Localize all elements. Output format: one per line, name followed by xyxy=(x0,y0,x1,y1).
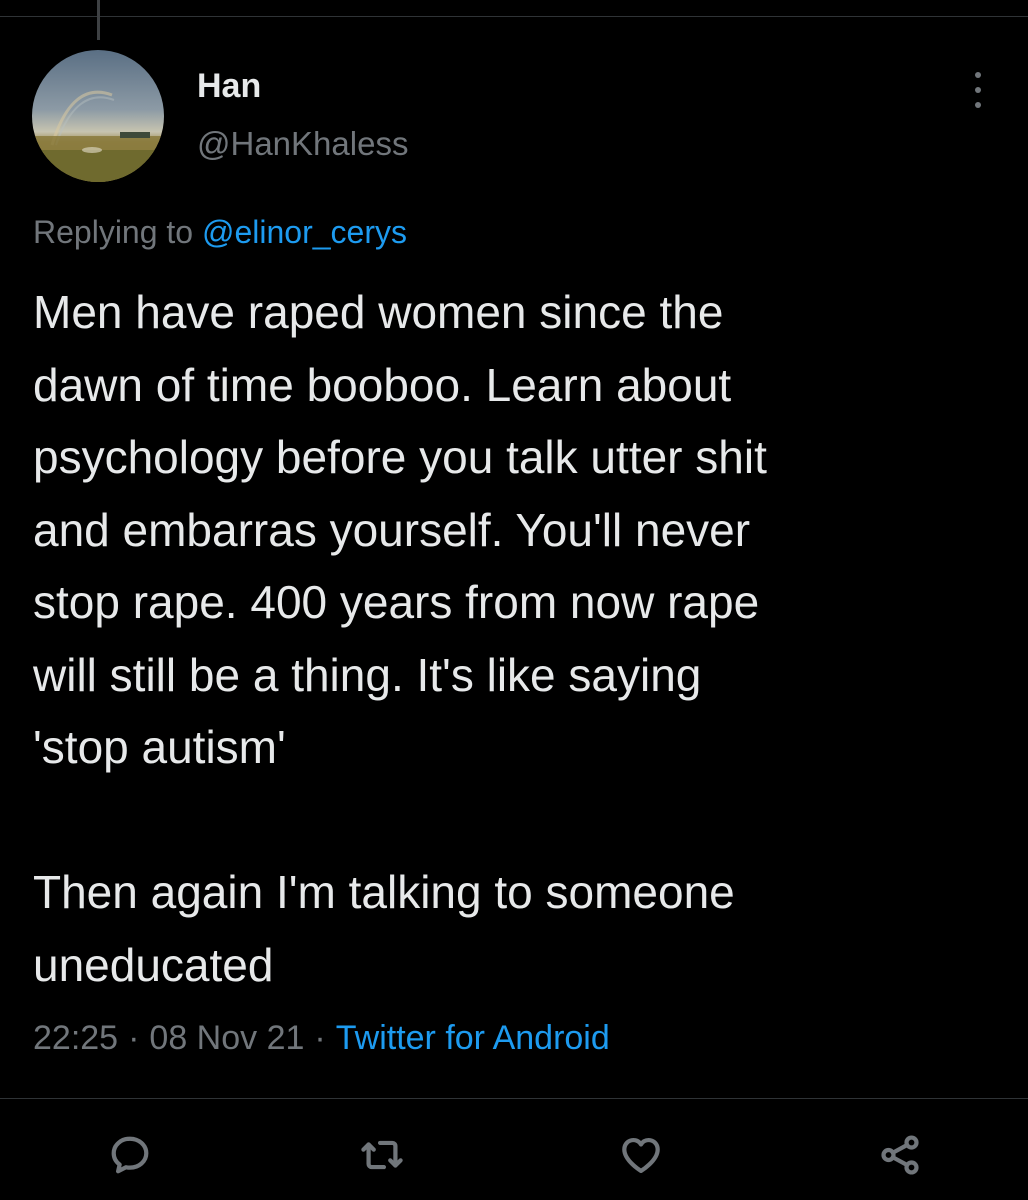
replying-to-label: Replying to xyxy=(33,214,194,250)
avatar[interactable] xyxy=(32,50,164,182)
top-divider xyxy=(0,16,1028,17)
thread-connector-line xyxy=(97,0,100,40)
tweet-source-link[interactable]: Twitter for Android xyxy=(336,1019,610,1057)
vertical-ellipsis-icon xyxy=(975,87,981,93)
more-options-button[interactable] xyxy=(958,68,998,112)
reply-mention-link[interactable]: @elinor_cerys xyxy=(202,214,407,250)
tweet-date[interactable]: 08 Nov 21 xyxy=(149,1019,304,1057)
replying-to-line: Replying to @elinor_cerys xyxy=(33,212,407,252)
avatar-image xyxy=(32,50,164,182)
reply-button[interactable] xyxy=(103,1128,157,1182)
share-button[interactable] xyxy=(873,1128,927,1182)
tweet-metadata: 22:25 · 08 Nov 21 · Twitter for Android xyxy=(33,1016,610,1060)
bottom-divider xyxy=(0,1098,1028,1099)
share-nodes-icon xyxy=(881,1135,919,1175)
speech-bubble-icon xyxy=(111,1136,149,1174)
author-display-name[interactable]: Han xyxy=(197,66,261,106)
tweet-text: Men have raped women since the dawn of t… xyxy=(33,286,767,991)
meta-separator: · xyxy=(128,1019,140,1057)
vertical-ellipsis-icon xyxy=(975,102,981,108)
like-button[interactable] xyxy=(614,1128,668,1182)
heart-icon xyxy=(622,1137,660,1174)
meta-separator: · xyxy=(314,1019,326,1057)
author-handle[interactable]: @HanKhaless xyxy=(197,124,408,164)
vertical-ellipsis-icon xyxy=(975,72,981,78)
tweet-time[interactable]: 22:25 xyxy=(33,1019,118,1057)
retweet-button[interactable] xyxy=(355,1128,409,1182)
retweet-arrows-icon xyxy=(361,1140,403,1170)
